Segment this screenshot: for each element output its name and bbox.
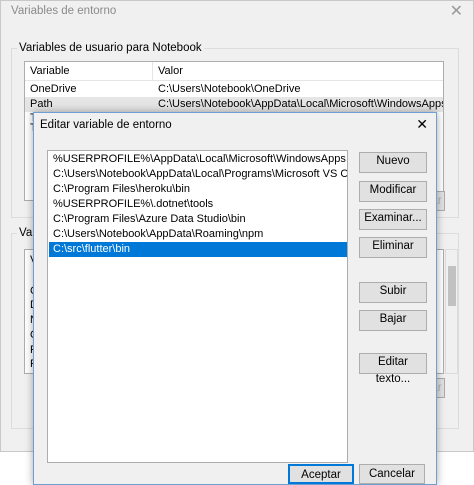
delete-button[interactable]: Eliminar <box>359 237 427 258</box>
var-value: C:\Users\Notebook\OneDrive <box>158 83 301 95</box>
user-variables-label: Variables de usuario para Notebook <box>17 42 204 54</box>
var-name: Path <box>30 98 53 110</box>
path-item[interactable]: C:\Program Files\heroku\bin <box>53 182 347 197</box>
var-value: C:\Users\Notebook\AppData\Local\Microsof… <box>158 98 443 110</box>
modify-button[interactable]: Modificar <box>359 181 427 202</box>
column-divider[interactable] <box>152 62 153 80</box>
column-variable[interactable]: Variable <box>30 65 70 77</box>
close-icon[interactable]: ✕ <box>450 1 463 21</box>
move-up-button[interactable]: Subir <box>359 282 427 303</box>
path-item[interactable]: C:\Users\Notebook\AppData\Roaming\npm <box>53 227 347 242</box>
edit-environment-variable-dialog: Editar variable de entorno ✕ %USERPROFIL… <box>33 112 437 485</box>
new-button[interactable]: Nuevo <box>359 152 427 173</box>
user-var-row-onedrive[interactable]: OneDrive C:\Users\Notebook\OneDrive <box>25 83 443 97</box>
cancel-button[interactable]: Cancelar <box>359 464 425 484</box>
path-item-selected[interactable]: C:\src\flutter\bin <box>49 242 347 257</box>
scrollbar-thumb[interactable] <box>448 266 456 306</box>
path-item[interactable]: C:\Users\Notebook\AppData\Local\Programs… <box>53 167 347 182</box>
close-icon[interactable]: ✕ <box>416 116 428 133</box>
dialog-title: Editar variable de entorno <box>40 119 172 131</box>
move-down-button[interactable]: Bajar <box>359 310 427 331</box>
path-item[interactable]: C:\Program Files\Azure Data Studio\bin <box>53 212 347 227</box>
path-list[interactable]: %USERPROFILE%\AppData\Local\Microsoft\Wi… <box>47 150 348 463</box>
path-item[interactable]: %USERPROFILE%\.dotnet\tools <box>53 197 347 212</box>
column-valor[interactable]: Valor <box>158 65 183 77</box>
list-header: Variable Valor <box>25 62 443 81</box>
var-name: OneDrive <box>30 83 77 95</box>
user-var-row-path[interactable]: Path C:\Users\Notebook\AppData\Local\Mic… <box>25 97 443 112</box>
window-title: Variables de entorno <box>11 5 117 17</box>
path-item[interactable]: %USERPROFILE%\AppData\Local\Microsoft\Wi… <box>53 152 347 167</box>
browse-button[interactable]: Examinar... <box>359 209 427 230</box>
accept-button[interactable]: Aceptar <box>288 464 354 484</box>
edit-text-button[interactable]: Editar texto... <box>359 353 427 385</box>
system-list-scrollbar[interactable] <box>445 249 458 374</box>
